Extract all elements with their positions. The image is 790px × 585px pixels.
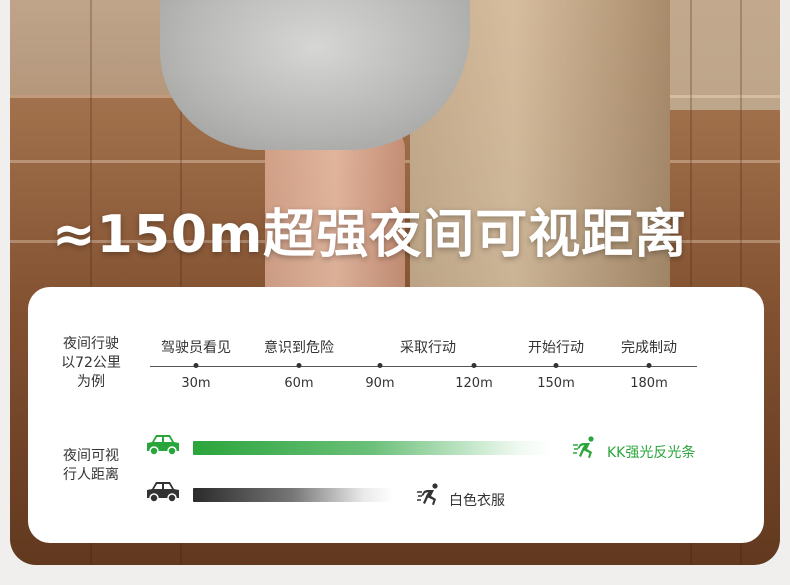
car-icon (147, 435, 179, 456)
distance-label: 60m (284, 376, 314, 391)
axis-tick (646, 363, 652, 368)
stage-label: 开始行动 (528, 340, 584, 356)
axis-tick (193, 363, 199, 368)
row2-label-line: 行人距离 (63, 467, 119, 483)
distance-card: 夜间行驶 以72公里 为例 驾驶员看见 意识到危险 采取行动 开始行动 完成制动… (28, 287, 764, 543)
white-clothes-distance-bar (193, 488, 393, 502)
stage-label: 采取行动 (400, 340, 456, 356)
distance-label: 180m (630, 376, 668, 391)
white-clothes-label: 白色衣服 (449, 493, 505, 509)
axis-tick (471, 363, 477, 368)
distance-label: 90m (365, 376, 395, 391)
stage-label: 完成制动 (621, 340, 677, 356)
car-icon (147, 482, 179, 503)
row1-label-line: 夜间行驶 (63, 336, 119, 352)
axis-tick (377, 363, 383, 368)
distance-label: 30m (181, 376, 211, 391)
row1-label: 夜间行驶 以72公里 为例 (56, 335, 126, 392)
distance-label: 150m (537, 376, 575, 391)
distance-axis (150, 366, 697, 367)
row1-label-line: 为例 (77, 374, 105, 390)
row2-label: 夜间可视 行人距离 (56, 447, 126, 485)
running-person-icon (573, 436, 594, 458)
axis-tick (553, 363, 559, 368)
distance-label: 120m (455, 376, 493, 391)
reflective-label: KK强光反光条 (607, 445, 696, 461)
headline: ≈150m超强夜间可视距离 (52, 205, 688, 265)
reflective-distance-bar (193, 441, 553, 455)
stage-label: 意识到危险 (264, 340, 334, 356)
running-person-icon (417, 483, 438, 505)
stage-label: 驾驶员看见 (161, 340, 231, 356)
axis-tick (296, 363, 302, 368)
row1-label-line: 以72公里 (61, 355, 121, 371)
row2-label-line: 夜间可视 (63, 448, 119, 464)
